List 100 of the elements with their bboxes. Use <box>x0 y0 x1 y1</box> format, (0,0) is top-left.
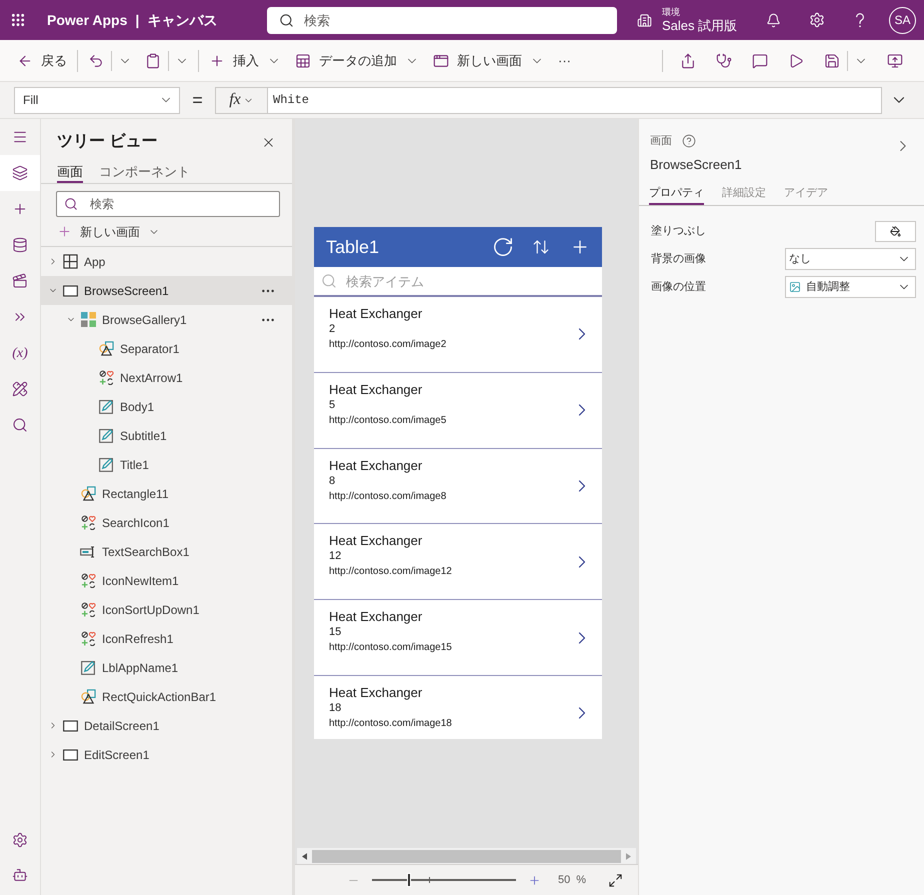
tree-item[interactable]: RectQuickActionBar1 <box>41 682 292 711</box>
item-url: http://contoso.com/image18 <box>329 716 452 731</box>
plus-icon <box>57 224 72 239</box>
property-label: 画像の位置 <box>651 280 706 295</box>
pencil-icon <box>98 428 114 443</box>
building-icon <box>637 12 652 28</box>
back-button[interactable]: 戻る <box>10 46 74 76</box>
plus-icon <box>12 201 28 217</box>
function-button[interactable]: fx <box>215 86 268 114</box>
tree-item[interactable]: Body1 <box>41 392 292 421</box>
search-field[interactable]: 検索 <box>267 6 617 34</box>
scrollbar-thumb[interactable] <box>312 850 621 862</box>
pencil-icon <box>80 660 96 675</box>
property-label: 背景の画像 <box>651 252 706 267</box>
app-screen-title: Table1 <box>326 236 380 258</box>
tree-item[interactable]: IconRefresh1 <box>41 624 292 653</box>
symbols-icon <box>80 515 96 530</box>
dropdown[interactable]: 自動調整 <box>785 276 916 298</box>
title-separator: | <box>135 10 140 30</box>
speech-bubble-icon <box>752 52 768 68</box>
tree-item[interactable]: IconNewItem1 <box>41 566 292 595</box>
undo-icon <box>88 52 104 68</box>
equals-sign: = <box>191 88 204 112</box>
tree-item[interactable]: SearchIcon1 <box>41 508 292 537</box>
scroll-left-icon[interactable] <box>302 852 307 860</box>
item-title: Heat Exchanger <box>329 305 424 322</box>
tree-item[interactable]: IconSortUpDown1 <box>41 595 292 624</box>
item-title: Heat Exchanger <box>329 684 424 701</box>
new-screen-button[interactable]: 新しい画面 <box>426 46 551 76</box>
item-url: http://contoso.com/image2 <box>329 338 446 352</box>
tree-item[interactable]: Separator1 <box>41 334 292 363</box>
search-icon <box>64 197 78 211</box>
clipboard-icon <box>145 52 161 68</box>
play-icon <box>788 52 804 68</box>
tree-item[interactable]: LblAppName1 <box>41 653 292 682</box>
tab[interactable]: 画面 <box>57 163 83 183</box>
settings-icon <box>12 832 28 848</box>
property-dropdown[interactable]: Fill <box>14 86 180 114</box>
more-button[interactable]: ··· <box>551 46 578 76</box>
dropdown[interactable]: なし <box>785 248 916 270</box>
tree-item[interactable]: App <box>41 247 292 276</box>
item-title: Heat Exchanger <box>329 380 424 398</box>
item-number: 12 <box>329 549 342 564</box>
sort-icon[interactable] <box>532 238 550 256</box>
question-mark-icon <box>854 12 864 28</box>
pencil-icon <box>98 399 114 414</box>
rectangle-icon <box>62 284 78 296</box>
rail-button[interactable]: (x) <box>0 335 40 371</box>
help-icon[interactable] <box>682 134 696 148</box>
horizontal-scrollbar[interactable] <box>297 848 636 864</box>
control-name: BrowseScreen1 <box>649 157 742 173</box>
bell-icon <box>766 12 781 28</box>
table-icon <box>295 52 311 68</box>
avatar-button[interactable]: SA <box>889 6 916 34</box>
tree-item[interactable]: Title1 <box>41 450 292 479</box>
clapperboard-icon <box>12 273 28 289</box>
window-icon <box>433 52 449 68</box>
tree-item[interactable]: Rectangle11 <box>41 479 292 508</box>
tree-item[interactable]: BrowseGallery1 <box>41 305 292 334</box>
tab[interactable]: コンポーネント <box>99 163 190 183</box>
add-data-button[interactable]: データの追加 <box>288 46 426 76</box>
tab[interactable]: プロパティ <box>649 183 704 205</box>
environment-button[interactable]: 環境 Sales 試用版 <box>637 8 738 32</box>
tree-item[interactable]: EditScreen1 <box>41 740 292 769</box>
symbols-icon <box>80 631 96 646</box>
share-icon <box>680 52 696 68</box>
colored-squares-icon <box>80 312 96 327</box>
stethoscope-icon <box>716 52 732 68</box>
tree-item[interactable]: NextArrow1 <box>41 363 292 392</box>
symbols-icon <box>80 602 96 617</box>
robot-icon <box>12 866 28 882</box>
search-field[interactable]: 検索 <box>56 191 280 217</box>
zoom-unit: % <box>576 872 586 888</box>
refresh-icon[interactable] <box>492 236 514 258</box>
control-type-label: 画面 <box>650 134 672 148</box>
rail-button[interactable] <box>0 155 40 191</box>
fill-color-button[interactable] <box>875 220 916 242</box>
tree-item[interactable]: DetailScreen1 <box>41 711 292 740</box>
new-screen-button[interactable]: 新しい画面 <box>57 222 160 240</box>
zoom-value: 50 <box>558 872 570 888</box>
waffle-icon <box>10 12 26 28</box>
item-url: http://contoso.com/image8 <box>329 490 446 504</box>
insert-button[interactable]: 挿入 <box>202 46 288 76</box>
item-number: 2 <box>329 322 336 337</box>
monitor-icon <box>887 52 903 68</box>
tree-item[interactable]: BrowseScreen1 <box>41 276 292 305</box>
item-title: Heat Exchanger <box>329 456 424 474</box>
tree-item[interactable]: Subtitle1 <box>41 421 292 450</box>
expand-icon[interactable] <box>608 872 624 888</box>
grid-icon <box>62 254 78 269</box>
panel-title: ツリー ビュー <box>57 132 158 152</box>
symbols-icon <box>80 573 96 588</box>
menu-icon <box>12 129 28 145</box>
zoom-slider[interactable] <box>372 873 516 887</box>
formula-field[interactable]: White <box>268 86 882 114</box>
tree-item[interactable]: TextSearchBox1 <box>41 537 292 566</box>
save-icon <box>824 52 840 68</box>
zoom-in-icon[interactable] <box>528 874 541 886</box>
item-number: 5 <box>329 398 336 413</box>
paint-bucket-icon <box>890 226 901 236</box>
